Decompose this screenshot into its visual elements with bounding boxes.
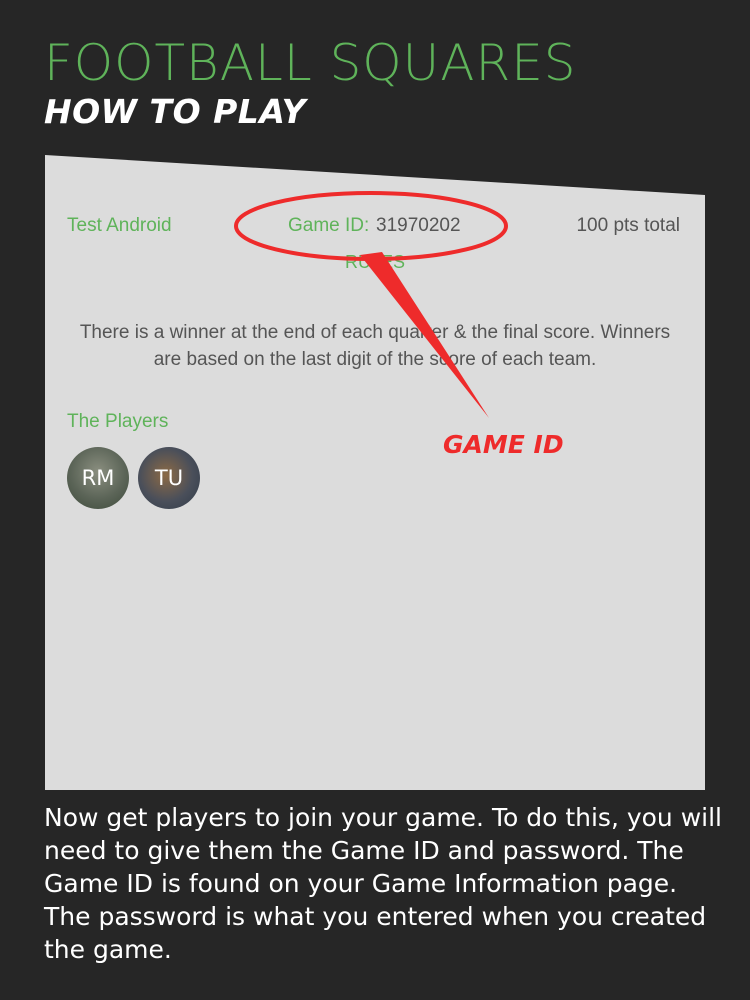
player-initials: TU: [154, 466, 184, 490]
game-name: Test Android: [67, 215, 172, 236]
rules-text: There is a winner at the end of each qua…: [79, 322, 671, 370]
instructions-text: Now get players to join your game. To do…: [44, 803, 723, 964]
game-info-screenshot: Test Android Game ID: 31970202 100 pts t…: [45, 155, 705, 790]
player-list: RM TU: [67, 447, 200, 509]
player-avatar[interactable]: RM: [67, 447, 129, 509]
game-id-annotation: GAME ID: [443, 430, 564, 459]
player-initials: RM: [81, 466, 115, 490]
points-total: 100 pts total: [576, 215, 680, 236]
game-id-value: 31970202: [376, 215, 461, 236]
game-id-label: Game ID:: [288, 215, 370, 236]
player-avatar[interactable]: TU: [138, 447, 200, 509]
rules-heading: RULES: [344, 252, 406, 272]
players-heading: The Players: [67, 411, 169, 432]
